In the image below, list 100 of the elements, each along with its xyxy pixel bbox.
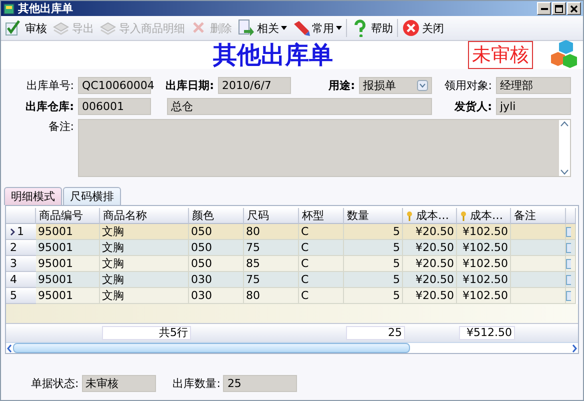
row-header [6, 208, 36, 224]
table-cell: 75 [244, 272, 299, 288]
row-header[interactable]: 1 [6, 224, 36, 240]
summary-cell: 25 [346, 326, 405, 340]
table-cell: 030 [189, 272, 244, 288]
column-header[interactable]: 数量 [344, 208, 403, 224]
toolbar-button[interactable]: 审核 [4, 19, 48, 37]
field-label: 出库仓库: [24, 99, 75, 114]
tab[interactable]: 尺码横排 [63, 187, 121, 205]
table-cell: 95001 [36, 288, 100, 304]
table-cell: 文胸 [100, 272, 189, 288]
row-header[interactable]: 2 [6, 240, 36, 256]
table-cell: 5 [344, 224, 403, 240]
caret-icon [336, 26, 342, 30]
scrollbar[interactable] [559, 120, 570, 176]
table-cell: 文胸 [100, 224, 189, 240]
column-header[interactable]: 成本… [457, 208, 511, 224]
table-cell: 85 [244, 256, 299, 272]
field-label: 出库数量: [172, 376, 220, 391]
close-button[interactable] [567, 2, 581, 15]
table-cell: ¥102.50 [457, 224, 511, 240]
table-cell: 80 [244, 224, 299, 240]
field-label: 用途: [327, 78, 356, 93]
table-cell: C [299, 256, 344, 272]
table-cell: ¥20.50 [403, 256, 457, 272]
maximize-button[interactable] [552, 2, 566, 15]
minimize-icon [540, 8, 548, 10]
table-cell: C [299, 288, 344, 304]
summary-cell: ¥512.50 [459, 326, 515, 340]
table-cell: ¥20.50 [403, 288, 457, 304]
table-cell: C [299, 224, 344, 240]
row-header[interactable]: 4 [6, 272, 36, 288]
tab[interactable]: 明细模式 [4, 187, 62, 205]
dropdown-field[interactable]: 报损单 [359, 77, 432, 94]
input-field[interactable]: 2010/6/7 [218, 77, 291, 94]
scroll-right-icon [571, 344, 578, 352]
input-field[interactable]: jyli [496, 98, 571, 115]
input-field[interactable]: 006001 [78, 98, 151, 115]
row-header[interactable]: 5 [6, 288, 36, 304]
input-field[interactable]: 25 [223, 375, 298, 392]
toolbar-button[interactable]: 帮助 [350, 19, 394, 37]
toolbar-button[interactable]: 常用 [291, 19, 343, 37]
status-stamp: 未审核 [468, 41, 533, 69]
table-cell: C [299, 240, 344, 256]
scroll-down-icon [560, 169, 569, 176]
table-cell: 文胸 [100, 288, 189, 304]
pencil-icon [292, 19, 310, 37]
field-label: 发货人: [453, 99, 493, 114]
key-icon [406, 210, 413, 220]
table-cell: ¥102.50 [457, 272, 511, 288]
toolbar-button[interactable]: 相关 [236, 19, 288, 37]
table-cell: 050 [189, 256, 244, 272]
field-label: 备注: [47, 119, 75, 134]
scroll-thumb[interactable] [13, 343, 410, 353]
column-header[interactable]: 商品名称 [100, 208, 189, 224]
table-cell: 95001 [36, 224, 100, 240]
field-label: 单据状态: [31, 376, 79, 391]
scroll-left-icon [6, 344, 13, 352]
column-header[interactable]: 尺码 [244, 208, 299, 224]
summary-cell: 共5行 [102, 326, 191, 340]
form-title: 其他出库单 [213, 39, 334, 71]
caret-icon [281, 26, 287, 30]
scrollbar[interactable] [6, 342, 578, 353]
table-cell: ¥102.50 [457, 256, 511, 272]
input-field[interactable]: 总仓 [167, 98, 432, 115]
table-cell: 75 [244, 240, 299, 256]
column-header[interactable]: 商品编号 [36, 208, 100, 224]
table-cell: 5 [344, 288, 403, 304]
table-cell: ¥102.50 [457, 240, 511, 256]
toolbar-button[interactable]: 关闭 [401, 19, 445, 37]
current-row-icon [10, 228, 15, 236]
table-cell: ¥20.50 [403, 224, 457, 240]
maximize-icon [555, 4, 563, 12]
table-cell: 050 [189, 240, 244, 256]
table-cell: ¥20.50 [403, 272, 457, 288]
column-header[interactable]: 杯型 [299, 208, 344, 224]
row-header[interactable]: 3 [6, 256, 36, 272]
table-cell: 文胸 [100, 240, 189, 256]
table-cell: 95001 [36, 240, 100, 256]
table-cell: ¥20.50 [403, 240, 457, 256]
window-title: 其他出库单 [18, 1, 74, 16]
table-cell: 5 [344, 256, 403, 272]
table-cell: 5 [344, 240, 403, 256]
table-cell: 95001 [36, 256, 100, 272]
minimize-button[interactable] [537, 2, 551, 15]
table-cell: ¥102.50 [457, 288, 511, 304]
table-cell: 030 [189, 288, 244, 304]
input-field[interactable]: 经理部 [496, 77, 571, 94]
document-arrow-icon [237, 19, 255, 37]
table-cell: 80 [244, 288, 299, 304]
column-header[interactable]: 成本… [403, 208, 457, 224]
cubes-icon [549, 40, 579, 70]
table-cell: 95001 [36, 272, 100, 288]
table-cell: 文胸 [100, 256, 189, 272]
column-header[interactable]: 颜色 [189, 208, 244, 224]
column-header[interactable]: 备注 [511, 208, 566, 224]
key-icon [460, 210, 467, 220]
notes-field[interactable] [78, 119, 571, 177]
check-icon [5, 19, 23, 37]
input-field[interactable]: 未审核 [82, 375, 156, 392]
